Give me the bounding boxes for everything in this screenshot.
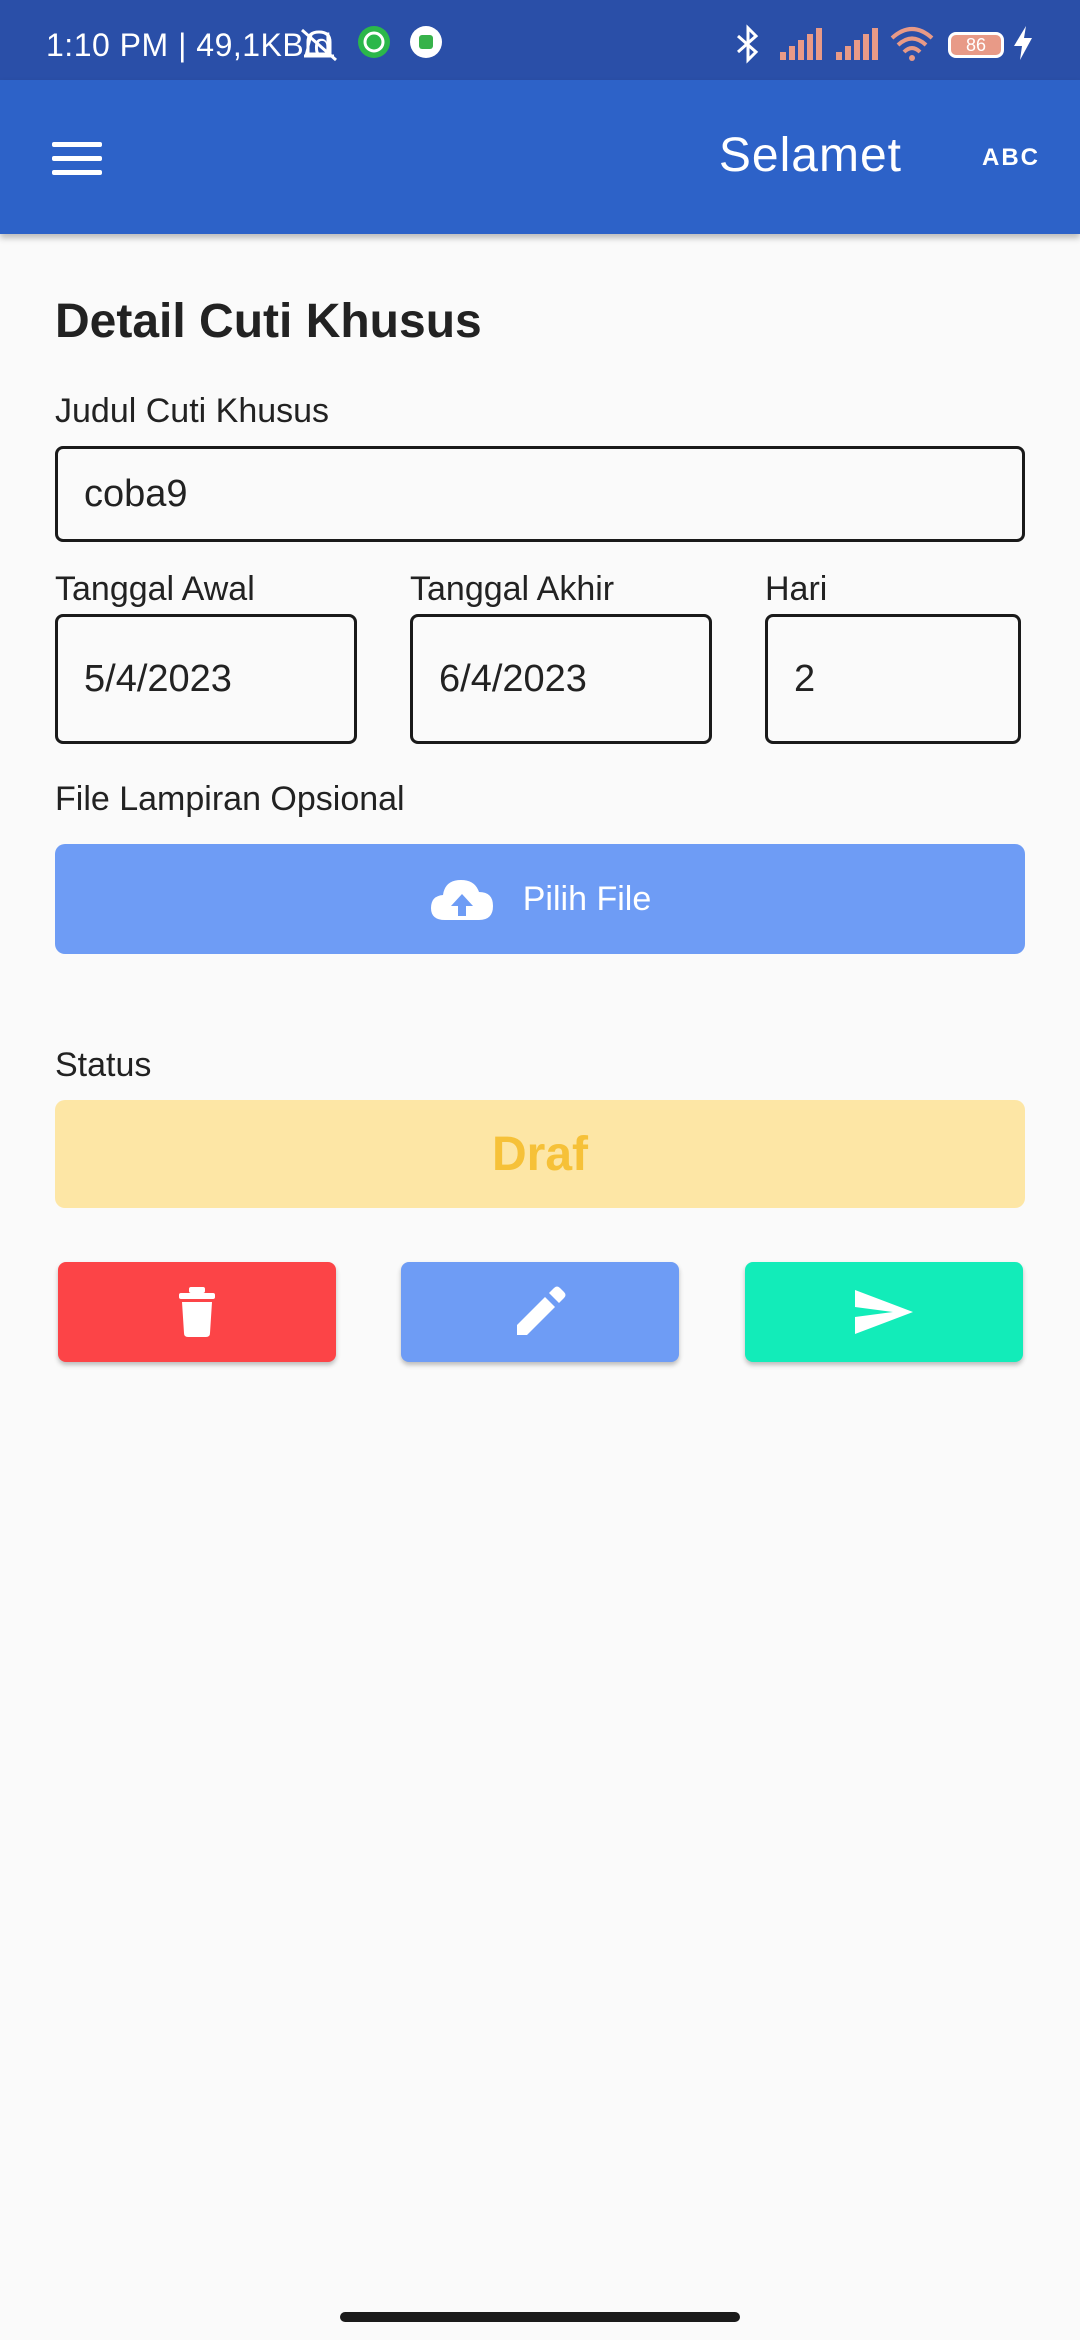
wifi-icon — [890, 27, 934, 61]
abc-button[interactable]: ABC — [982, 144, 1040, 172]
signal-icon — [780, 28, 822, 60]
status-label: Status — [55, 1046, 152, 1084]
status-time: 1:10 PM | 49,1KB/d — [46, 27, 332, 63]
status-value: Draf — [491, 1127, 589, 1181]
pilih-file-button[interactable]: Pilih File — [55, 844, 1025, 954]
cloud-upload-icon — [430, 880, 493, 920]
delete-button[interactable] — [58, 1262, 336, 1362]
status-badge: Draf — [55, 1100, 1025, 1208]
send-button[interactable] — [745, 1262, 1023, 1362]
file-lampiran-label: File Lampiran Opsional — [55, 780, 405, 818]
send-icon — [855, 1290, 913, 1334]
pencil-icon — [517, 1286, 566, 1335]
battery-level: 86 — [965, 35, 987, 55]
user-name: Selamet — [718, 129, 902, 182]
bluetooth-icon — [737, 24, 759, 64]
pilih-file-label: Pilih File — [522, 879, 652, 918]
home-indicator[interactable] — [340, 2312, 740, 2322]
judul-label: Judul Cuti Khusus — [55, 392, 330, 430]
menu-icon[interactable] — [52, 142, 102, 176]
charging-icon — [1014, 26, 1032, 60]
tanggal-akhir-label: Tanggal Akhir — [410, 570, 615, 608]
hari-value: 2 — [794, 657, 816, 700]
tanggal-awal-label: Tanggal Awal — [55, 570, 255, 608]
edit-button[interactable] — [401, 1262, 679, 1362]
hari-field[interactable]: 2 — [765, 614, 1021, 744]
tanggal-akhir-field[interactable]: 6/4/2023 — [410, 614, 712, 744]
app-bar: Selamet ABC — [0, 80, 1080, 234]
tanggal-awal-value: 5/4/2023 — [84, 657, 232, 700]
tanggal-awal-field[interactable]: 5/4/2023 — [55, 614, 357, 744]
signal-icon — [836, 28, 878, 60]
hari-label: Hari — [765, 570, 828, 608]
status-bar: 1:10 PM | 49,1KB/d 86 — [0, 0, 1080, 80]
page-title: Detail Cuti Khusus — [55, 295, 482, 348]
trash-icon — [179, 1287, 215, 1337]
tanggal-akhir-value: 6/4/2023 — [439, 657, 587, 700]
judul-value: coba9 — [84, 472, 188, 515]
alarm-off-icon — [301, 28, 337, 62]
whatsapp-icon — [358, 26, 390, 58]
judul-field[interactable]: coba9 — [55, 446, 1025, 542]
battery-icon: 86 — [948, 32, 1004, 58]
notification-app-icon — [410, 26, 442, 58]
